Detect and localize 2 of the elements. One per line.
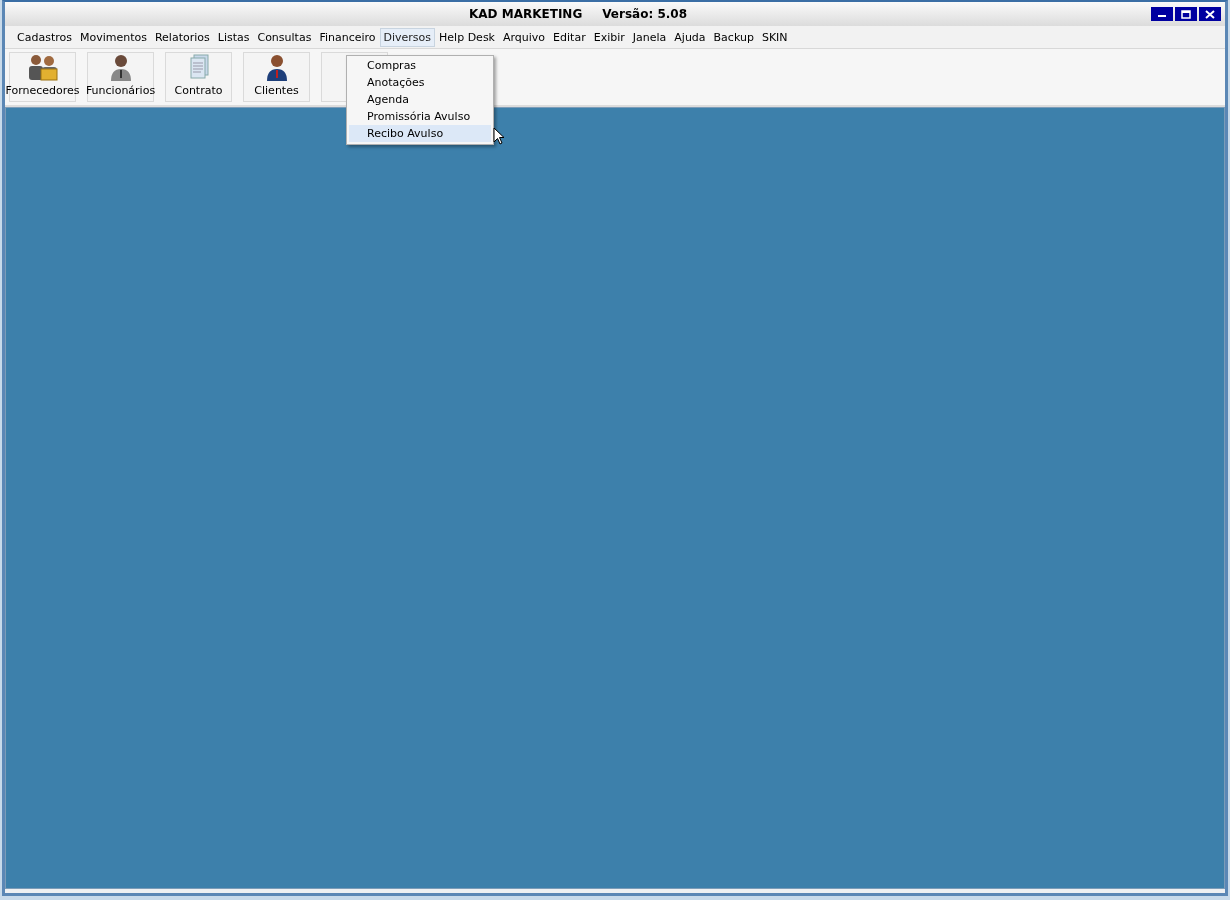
version-label: Versão: 5.08 — [602, 7, 687, 21]
window-title: KAD MARKETING — [469, 7, 583, 21]
